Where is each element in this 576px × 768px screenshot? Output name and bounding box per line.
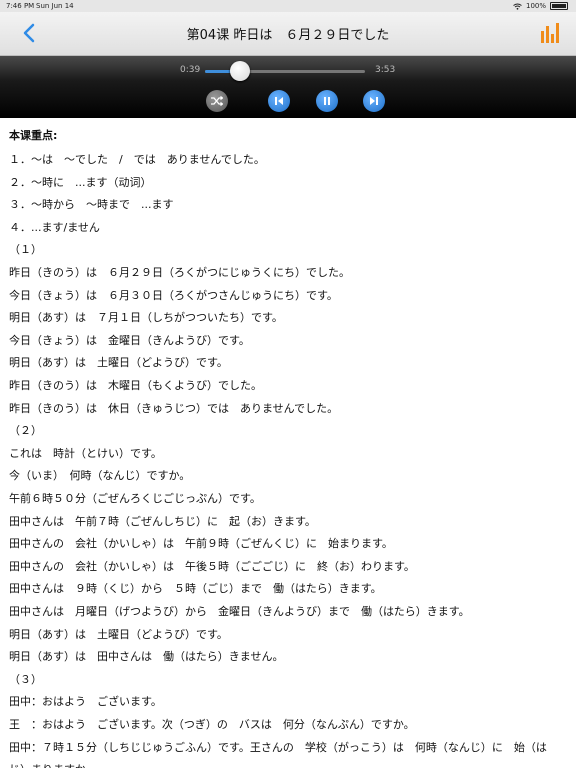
text-line: 午前６時５０分（ごぜんろくじごじっぷん）です。 bbox=[9, 492, 261, 505]
skip-previous-icon bbox=[275, 97, 283, 105]
status-time: 7:46 PM bbox=[6, 2, 35, 10]
text-line: 田中：おはよう ございます。 bbox=[9, 695, 162, 709]
text-line: 昨日（きのう）は 休日（きゅうじつ）では ありませんでした。 bbox=[9, 401, 339, 415]
progress-knob[interactable] bbox=[230, 61, 251, 81]
text-line: じ）まりますか。 bbox=[9, 761, 97, 768]
text-line: １．～は ～でした / では ありませんでした。 bbox=[9, 153, 265, 166]
battery-icon bbox=[550, 2, 568, 10]
battery-percent: 100% bbox=[525, 2, 546, 10]
pause-button[interactable] bbox=[316, 90, 338, 112]
text-line: これは 時計（とけい）です。 bbox=[9, 446, 162, 460]
text-line: 明日（あす）は 土曜日（どようび）です。 bbox=[9, 356, 228, 370]
text-line: 田中：７時１５分（しちじじゅうごふん）です。王さんの 学校（がっこう）は 何時（… bbox=[9, 740, 547, 754]
text-line: 明日（あす）は ７月１日（しちがつついたち）です。 bbox=[9, 311, 283, 325]
progress-slider[interactable] bbox=[205, 61, 365, 81]
lesson-heading: 本课重点: bbox=[9, 129, 58, 142]
text-line: 田中さんは 午前７時（ごぜんしちじ）に 起（お）きます。 bbox=[9, 514, 316, 528]
text-line: ２．～時に ...ます（动词） bbox=[9, 175, 152, 189]
current-time: 0:39 bbox=[180, 65, 201, 75]
shuffle-button[interactable] bbox=[206, 90, 228, 112]
text-line: 田中さんは 月曜日（げつようび）から 金曜日（きんようび）まで 働（はたら）きま… bbox=[9, 605, 470, 618]
text-line: 王 ：おはよう ございます。次（つぎ）の バスは 何分（なんぷん）ですか。 bbox=[9, 718, 415, 731]
bar-chart-icon bbox=[541, 23, 559, 43]
status-right: 100% bbox=[513, 2, 568, 10]
status-bar: 7:46 PM Sun Jun 14 100% bbox=[0, 0, 576, 12]
lesson-text: 本课重点: １．～は ～でした / では ありませんでした。 ２．～時に ...ま… bbox=[0, 118, 576, 768]
shuffle-icon bbox=[211, 96, 223, 106]
text-line: （１） bbox=[9, 243, 42, 257]
text-line: ３．～時から ～時まで ...ます bbox=[9, 198, 174, 212]
previous-button[interactable] bbox=[268, 90, 290, 112]
pause-icon bbox=[324, 97, 330, 105]
text-line: 田中さんは ９時（くじ）から ５時（ごじ）まで 働（はたら）きます。 bbox=[9, 582, 382, 596]
status-date: Sun Jun 14 bbox=[36, 2, 74, 10]
text-line: （３） bbox=[9, 672, 42, 686]
nav-bar: 第04课 昨日は ６月２９日でした bbox=[0, 12, 576, 56]
text-line: 今日（きょう）は 金曜日（きんようび）です。 bbox=[9, 333, 250, 347]
text-line: 明日（あす）は 土曜日（どようび）です。 bbox=[9, 627, 228, 641]
duration-time: 3:53 bbox=[375, 65, 396, 75]
wifi-icon bbox=[513, 3, 522, 10]
text-line: （２） bbox=[9, 424, 42, 438]
text-line: 明日（あす）は 田中さんは 働（はたら）きません。 bbox=[9, 650, 284, 664]
text-line: ４．...ます/ません bbox=[9, 220, 100, 234]
text-line: 今（いま） 何時（なんじ）ですか。 bbox=[9, 469, 191, 483]
text-line: 田中さんの 会社（かいしゃ）は 午後５時（ごごごじ）に 終（お）わります。 bbox=[9, 559, 415, 573]
audio-player: 0:39 3:53 bbox=[0, 56, 576, 118]
next-button[interactable] bbox=[363, 90, 385, 112]
skip-next-icon bbox=[370, 97, 378, 105]
text-line: 田中さんの 会社（かいしゃ）は 午前９時（ごぜんくじ）に 始まります。 bbox=[9, 537, 393, 551]
text-line: 昨日（きのう）は 木曜日（もくようび）でした。 bbox=[9, 379, 262, 392]
page-title: 第04课 昨日は ６月２９日でした bbox=[186, 28, 390, 43]
text-line: 昨日（きのう）は ６月２９日（ろくがつにじゅうくにち）でした。 bbox=[9, 266, 350, 279]
playlist-button[interactable] bbox=[540, 22, 562, 44]
text-line: 今日（きょう）は ６月３０日（ろくがつさんじゅうにち）です。 bbox=[9, 288, 338, 302]
